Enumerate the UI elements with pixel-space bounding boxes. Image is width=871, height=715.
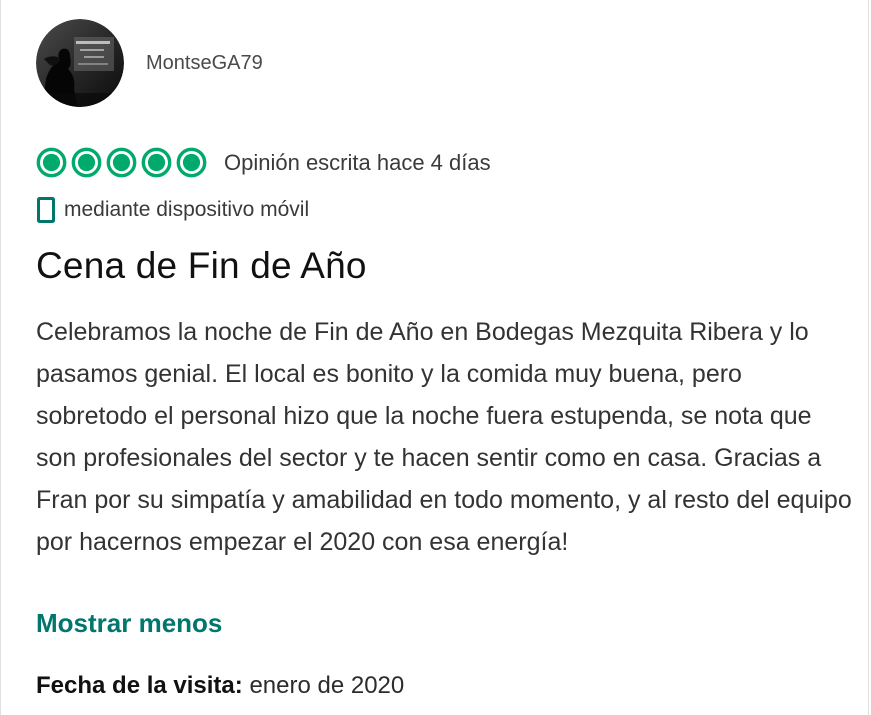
rating-bubble-icon (141, 147, 172, 178)
visit-date-label: Fecha de la visita: (36, 672, 243, 699)
user-avatar-photo (36, 19, 124, 107)
visit-date: Fecha de la visita: enero de 2020 (36, 672, 404, 700)
rating-bubbles (36, 147, 207, 178)
review-device: mediante dispositivo móvil (37, 197, 309, 223)
review-author: MontseGA79 (36, 19, 263, 107)
device-text: mediante dispositivo móvil (64, 198, 310, 221)
review-written-date: Opinión escrita hace 4 días (224, 149, 491, 175)
rating-bubble-icon (176, 147, 207, 178)
author-username[interactable]: MontseGA79 (146, 52, 263, 75)
rating-bubble-icon (71, 147, 102, 178)
review-title: Cena de Fin de Año (36, 245, 367, 286)
rating-bubble-icon (106, 147, 137, 178)
mobile-phone-icon (37, 197, 55, 223)
review-body: Celebramos la noche de Fin de Año en Bod… (36, 318, 852, 556)
show-less-link[interactable]: Mostrar menos (36, 608, 222, 639)
review-rating-row: Opinión escrita hace 4 días (36, 147, 491, 178)
visit-date-value: enero de 2020 (249, 672, 405, 699)
review-card: MontseGA79 Opinión escrita hace 4 días m… (0, 0, 869, 715)
avatar[interactable] (36, 19, 124, 107)
rating-bubble-icon (36, 147, 67, 178)
